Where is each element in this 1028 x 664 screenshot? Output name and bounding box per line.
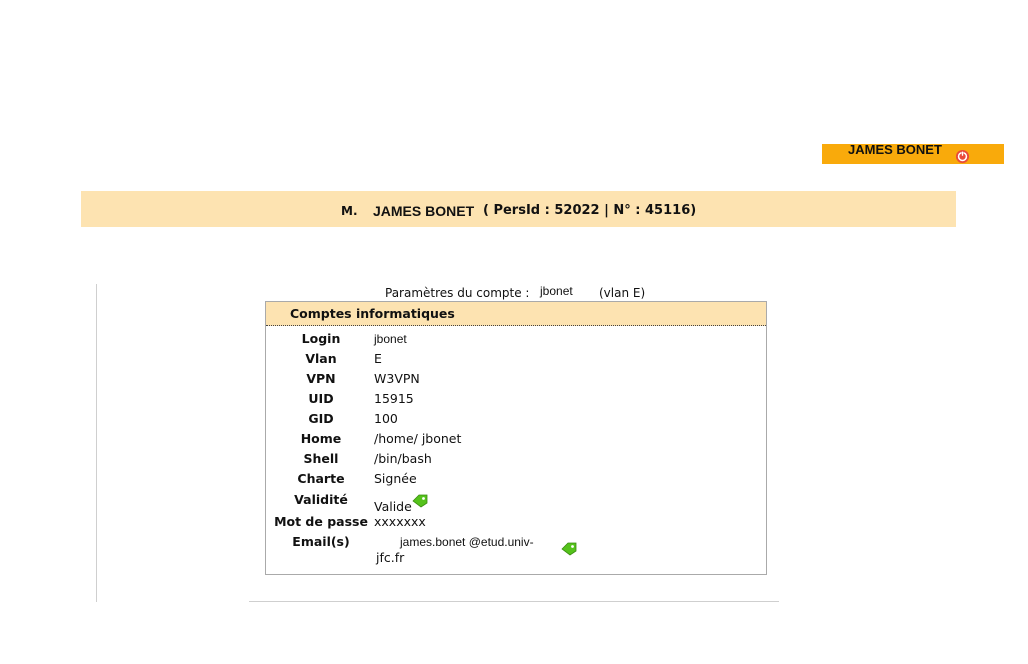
left-divider (96, 284, 97, 602)
row-value: 15915 (374, 391, 414, 406)
card-header: Comptes informatiques (266, 302, 766, 326)
row-label: Vlan (305, 351, 337, 366)
row-label: UID (308, 391, 334, 406)
email-line-2: jfc.fr (376, 550, 405, 565)
row-label: GID (308, 411, 334, 426)
tag-icon[interactable] (412, 494, 428, 508)
row-label: VPN (306, 371, 336, 386)
validity-value: Valide (374, 499, 412, 514)
power-icon[interactable] (955, 149, 970, 164)
bottom-divider (249, 601, 779, 602)
params-login: jbonet (540, 284, 573, 298)
card-title: Comptes informatiques (290, 306, 455, 321)
row-value: xxxxxxx (374, 514, 426, 529)
row-label: Login (301, 331, 341, 346)
row-label: Home (300, 431, 342, 446)
account-params: Paramètres du compte : jbonet (vlan E) (385, 284, 645, 300)
row-value-wrap: Valide (374, 494, 428, 514)
row-value: /bin/bash (374, 451, 432, 466)
user-name[interactable]: JAMES BONET (848, 142, 942, 157)
tag-icon[interactable] (561, 542, 577, 556)
accounts-card: Comptes informatiques Login jbonet Vlan … (265, 301, 767, 575)
row-label: Shell (303, 451, 339, 466)
row-label: Validité (294, 492, 348, 507)
row-value: Signée (374, 471, 417, 486)
params-vlan: (vlan E) (599, 286, 646, 300)
row-value: jbonet (374, 332, 407, 346)
person-name: JAMES BONET (373, 203, 475, 219)
row-label: Charte (297, 471, 345, 486)
email-line-1: james.bonet @etud.univ- (400, 535, 534, 549)
row-label: Mot de passe (274, 514, 368, 529)
user-badge[interactable]: JAMES BONET (822, 142, 1004, 164)
email-value: james.bonet @etud.univ- jfc.fr (376, 534, 566, 566)
person-header: M. JAMES BONET ( PersId : 52022 | N° : 4… (81, 191, 956, 227)
person-civility: M. (341, 204, 358, 218)
row-label: Email(s) (292, 534, 350, 549)
row-value: 100 (374, 411, 398, 426)
row-value: /home/ jbonet (374, 431, 462, 446)
person-ids: ( PersId : 52022 | N° : 45116) (483, 203, 697, 218)
row-value: W3VPN (374, 371, 420, 386)
row-value: E (374, 351, 382, 366)
params-label: Paramètres du compte : (385, 286, 530, 300)
